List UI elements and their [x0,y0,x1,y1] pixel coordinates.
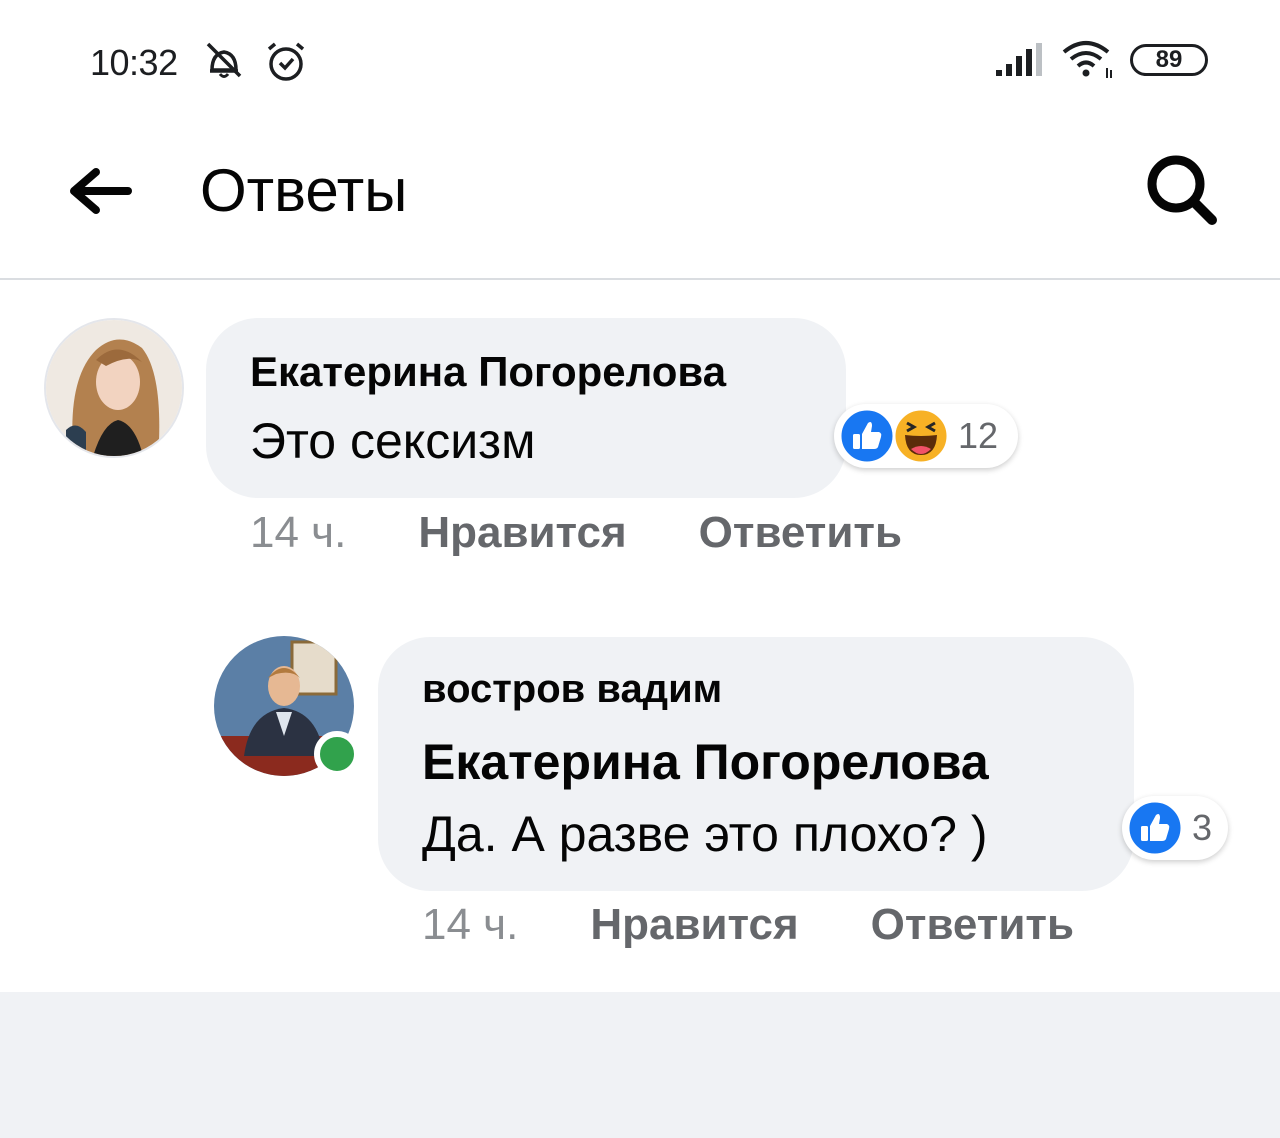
comment-timestamp: 14 ч. [250,508,347,557]
status-time: 10:32 [90,42,178,83]
avatar[interactable] [44,318,184,458]
like-button[interactable]: Нравится [418,508,626,558]
reaction-count: 12 [958,415,999,456]
avatar-photo [46,320,182,456]
reaction-summary[interactable]: 3 [1122,796,1228,860]
comment-timestamp: 14 ч. [422,900,519,949]
reaction-summary[interactable]: 12 [834,404,1018,468]
comment-author[interactable]: востров вадим [422,667,722,712]
comment-bubble[interactable]: востров вадим Екатерина Погорелова Да. А… [378,637,1134,891]
top-app-bar: Ответы [0,120,1280,280]
comment-text: Это сексизм [250,413,536,469]
comment-actions: 14 ч. Нравится Ответить [422,900,1074,950]
signal-icon [996,43,1042,76]
search-icon[interactable] [1142,150,1222,230]
like-reaction-icon [1126,799,1184,857]
bell-off-icon [206,42,242,78]
wifi-icon [1062,41,1112,78]
status-bar: 10:32 89 [0,0,1280,120]
mention-tag[interactable]: Екатерина Погорелова [422,733,989,791]
arrow-left-icon[interactable] [66,166,132,216]
online-status-indicator [314,731,360,777]
alarm-icon [267,42,305,81]
reply-button[interactable]: Ответить [871,900,1074,950]
comment-text: Да. А разве это плохо? ) [422,806,988,862]
comment-actions: 14 ч. Нравится Ответить [250,508,902,558]
comment-author[interactable]: Екатерина Погорелова [250,348,726,396]
comment-bubble[interactable]: Екатерина Погорелова Это сексизм [206,318,846,498]
battery-indicator: 89 [1130,44,1208,76]
like-reaction-icon [838,407,896,465]
reply-button[interactable]: Ответить [699,508,902,558]
haha-reaction-icon [892,407,950,465]
reaction-count: 3 [1192,807,1213,848]
page-title: Ответы [200,157,408,224]
like-button[interactable]: Нравится [590,900,798,950]
page-background-footer [0,992,1280,1138]
